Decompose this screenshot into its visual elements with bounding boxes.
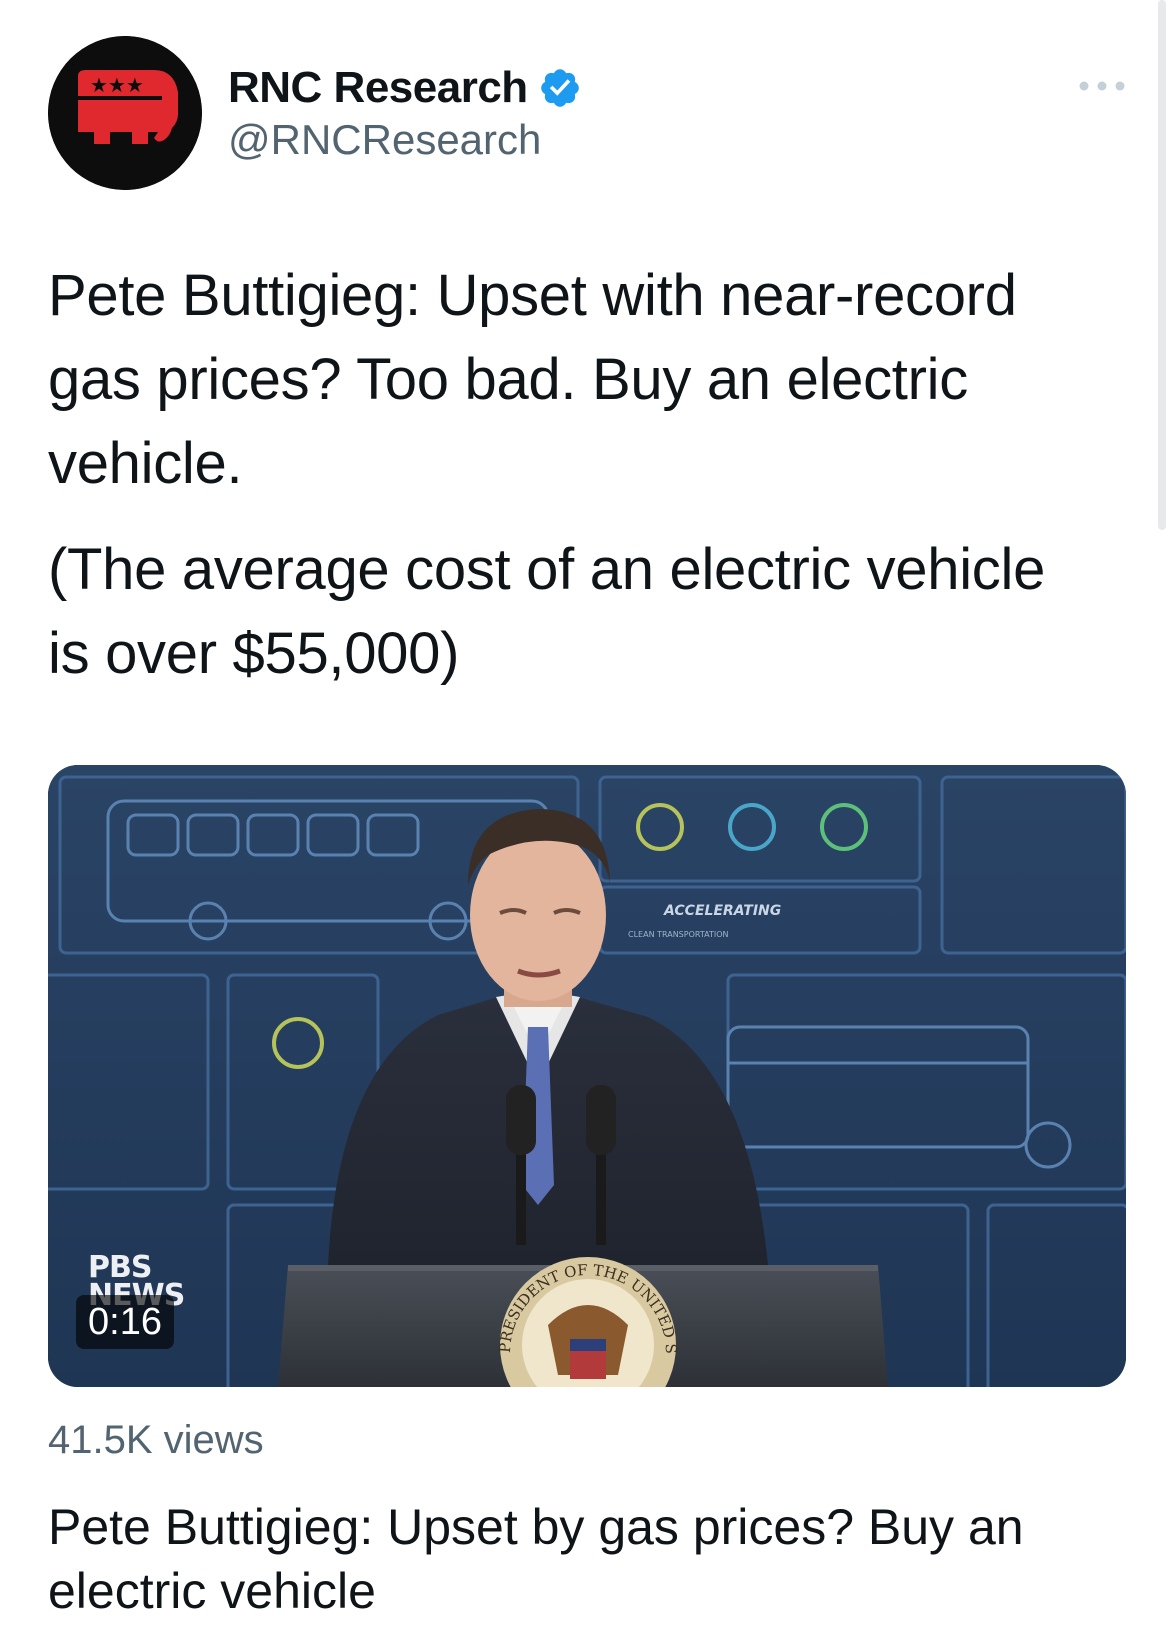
link-card-title[interactable]: Pete Buttigieg: Upset by gas prices? Buy… (48, 1495, 1128, 1623)
account-handle[interactable]: @RNCResearch (228, 116, 541, 164)
tweet-paragraph: Pete Buttigieg: Upset with near-record g… (48, 263, 1017, 496)
author-name-row[interactable]: RNC Research (228, 60, 582, 116)
backdrop-text: ACCELERATING (663, 903, 781, 919)
video-player[interactable]: ACCELERATING CLEAN TRANSPORTATION PRESID… (48, 765, 1126, 1387)
display-name[interactable]: RNC Research (228, 63, 528, 113)
backdrop-text: CLEAN TRANSPORTATION (628, 930, 729, 939)
avatar[interactable]: ★★★ (48, 36, 202, 190)
tweet-text: Pete Buttigieg: Upset with near-record g… (48, 254, 1088, 696)
video-frame: ACCELERATING CLEAN TRANSPORTATION PRESID… (48, 765, 1126, 1387)
more-options-icon[interactable] (1076, 74, 1128, 98)
view-count: 41.5K views (48, 1418, 264, 1462)
svg-text:★★★: ★★★ (90, 73, 144, 97)
republican-elephant-logo: ★★★ (48, 36, 202, 190)
scrollbar[interactable] (1158, 0, 1166, 530)
video-duration: 0:16 (76, 1295, 174, 1349)
tweet-paragraph: (The average cost of an electric vehicle… (48, 537, 1046, 686)
verified-badge-icon (540, 69, 579, 107)
